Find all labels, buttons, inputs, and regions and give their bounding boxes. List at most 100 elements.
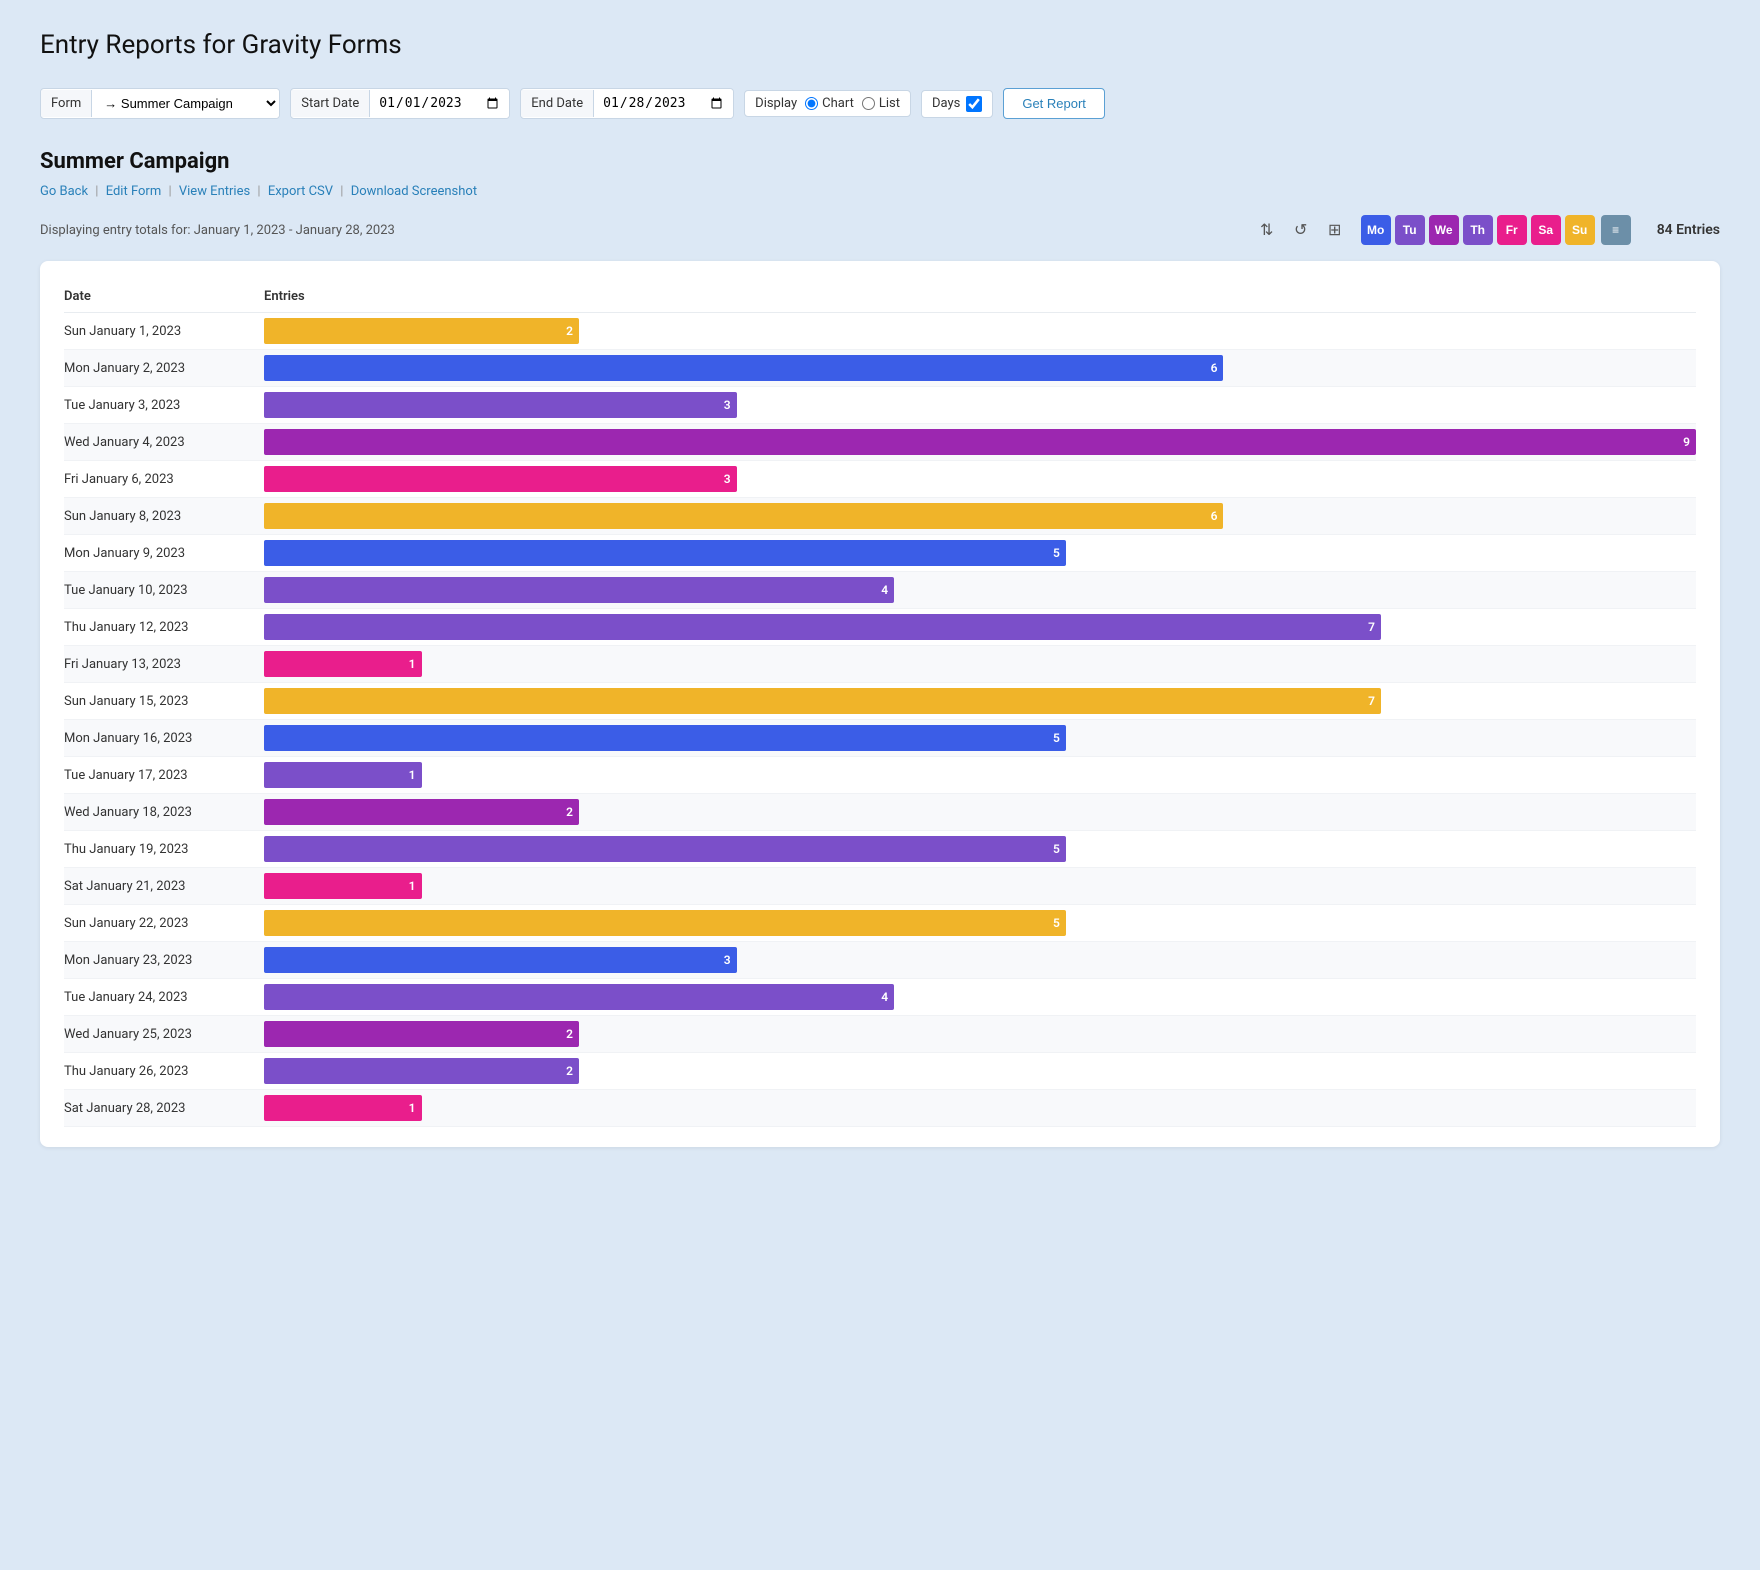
display-group: Display Chart List — [744, 90, 911, 117]
view-entries-link[interactable]: View Entries — [179, 184, 250, 199]
bar-value: 2 — [566, 805, 573, 819]
row-date: Thu January 19, 2023 — [64, 831, 264, 868]
row-bar-cell: 7 — [264, 609, 1696, 646]
bar-value: 6 — [1211, 361, 1218, 375]
grid-icon-button[interactable]: ⊞ — [1321, 216, 1349, 244]
menu-button[interactable]: ≡ — [1601, 215, 1631, 245]
row-date: Sun January 1, 2023 — [64, 313, 264, 350]
end-date-input[interactable] — [594, 89, 733, 118]
bar-value: 2 — [566, 1027, 573, 1041]
day-btn-tu[interactable]: Tu — [1395, 215, 1425, 245]
row-date: Sun January 8, 2023 — [64, 498, 264, 535]
bar-value: 4 — [881, 990, 888, 1004]
page-title: Entry Reports for Gravity Forms — [40, 30, 1720, 60]
links-bar: Go Back | Edit Form | View Entries | Exp… — [40, 184, 1720, 199]
row-date: Tue January 3, 2023 — [64, 387, 264, 424]
table-row: Mon January 16, 20235 — [64, 720, 1696, 757]
row-date: Wed January 18, 2023 — [64, 794, 264, 831]
table-row: Wed January 4, 2023 9 — [64, 424, 1696, 461]
display-list-option[interactable]: List — [862, 96, 900, 111]
day-btn-we[interactable]: We — [1429, 215, 1459, 245]
start-date-label: Start Date — [291, 90, 370, 117]
row-bar-cell: 1 — [264, 868, 1696, 905]
chart-table: Date Entries Sun January 1, 2023 2 Mon Jan… — [64, 281, 1696, 1127]
row-date: Fri January 6, 2023 — [64, 461, 264, 498]
row-bar-cell: 4 — [264, 979, 1696, 1016]
bar-value: 6 — [1211, 509, 1218, 523]
row-bar-cell: 6 — [264, 350, 1696, 387]
table-row: Mon January 23, 20233 — [64, 942, 1696, 979]
table-row: Tue January 10, 20234 — [64, 572, 1696, 609]
bar-value: 5 — [1053, 916, 1060, 930]
days-checkbox[interactable] — [966, 96, 982, 112]
sort-icon-button[interactable]: ⇅ — [1253, 216, 1281, 244]
display-chart-radio[interactable] — [805, 97, 818, 110]
display-label: Display — [755, 96, 797, 111]
table-row: Mon January 2, 2023 6 — [64, 350, 1696, 387]
display-text: Displaying entry totals for: January 1, … — [40, 223, 395, 238]
day-btn-su[interactable]: Su — [1565, 215, 1595, 245]
bar-value: 3 — [724, 398, 731, 412]
bar-value: 5 — [1053, 546, 1060, 560]
row-bar-cell: 1 — [264, 1090, 1696, 1127]
display-range-text: Displaying entry totals for: January 1, … — [40, 223, 395, 238]
row-bar-cell: 5 — [264, 831, 1696, 868]
row-bar-cell: 9 — [264, 424, 1696, 461]
export-csv-link[interactable]: Export CSV — [268, 184, 333, 199]
display-chart-label: Chart — [822, 96, 854, 111]
day-btn-th[interactable]: Th — [1463, 215, 1493, 245]
row-bar-cell: 5 — [264, 905, 1696, 942]
row-date: Fri January 13, 2023 — [64, 646, 264, 683]
bar-value: 1 — [409, 1101, 416, 1115]
go-back-link[interactable]: Go Back — [40, 184, 88, 199]
refresh-icon-button[interactable]: ↺ — [1287, 216, 1315, 244]
row-bar-cell: 2 — [264, 1053, 1696, 1090]
row-date: Tue January 24, 2023 — [64, 979, 264, 1016]
bar-value: 1 — [409, 879, 416, 893]
display-chart-option[interactable]: Chart — [805, 96, 854, 111]
edit-form-link[interactable]: Edit Form — [106, 184, 162, 199]
bar-value: 1 — [409, 768, 416, 782]
table-row: Sun January 15, 20237 — [64, 683, 1696, 720]
table-row: Sat January 21, 20231 — [64, 868, 1696, 905]
table-row: Wed January 18, 2023 2 — [64, 794, 1696, 831]
day-btn-mo[interactable]: Mo — [1361, 215, 1391, 245]
day-btn-fr[interactable]: Fr — [1497, 215, 1527, 245]
bar-value: 1 — [409, 657, 416, 671]
day-btn-sa[interactable]: Sa — [1531, 215, 1561, 245]
table-row: Sat January 28, 2023 1 — [64, 1090, 1696, 1127]
chart-body: Sun January 1, 2023 2 Mon January 2, 2023 6… — [64, 313, 1696, 1127]
start-date-input[interactable] — [370, 89, 509, 118]
bar-value: 7 — [1368, 620, 1375, 634]
get-report-button[interactable]: Get Report — [1003, 88, 1105, 119]
row-bar-cell: 2 — [264, 1016, 1696, 1053]
entries-column-header: Entries — [264, 281, 1696, 313]
download-screenshot-link[interactable]: Download Screenshot — [351, 184, 477, 199]
day-buttons: MoTuWeThFrSaSu — [1361, 215, 1595, 245]
row-bar-cell: 2 — [264, 794, 1696, 831]
row-date: Sat January 28, 2023 — [64, 1090, 264, 1127]
start-date-group: Start Date — [290, 88, 510, 119]
row-date: Mon January 9, 2023 — [64, 535, 264, 572]
display-list-radio[interactable] — [862, 97, 875, 110]
campaign-title: Summer Campaign — [40, 149, 1720, 174]
row-date: Tue January 17, 2023 — [64, 757, 264, 794]
row-bar-cell: 1 — [264, 646, 1696, 683]
row-bar-cell: 3 — [264, 461, 1696, 498]
bar-value: 9 — [1683, 435, 1690, 449]
row-date: Mon January 16, 2023 — [64, 720, 264, 757]
bar-value: 3 — [724, 472, 731, 486]
row-bar-cell: 3 — [264, 942, 1696, 979]
form-select[interactable]: → Summer Campaign — [92, 89, 279, 118]
row-bar-cell: 1 — [264, 757, 1696, 794]
row-date: Wed January 4, 2023 — [64, 424, 264, 461]
date-column-header: Date — [64, 281, 264, 313]
row-bar-cell: 3 — [264, 387, 1696, 424]
table-row: Thu January 19, 20235 — [64, 831, 1696, 868]
row-bar-cell: 6 — [264, 498, 1696, 535]
table-row: Mon January 9, 2023 5 — [64, 535, 1696, 572]
row-date: Thu January 26, 2023 — [64, 1053, 264, 1090]
row-bar-cell: 4 — [264, 572, 1696, 609]
row-date: Mon January 2, 2023 — [64, 350, 264, 387]
display-list-label: List — [879, 96, 900, 111]
